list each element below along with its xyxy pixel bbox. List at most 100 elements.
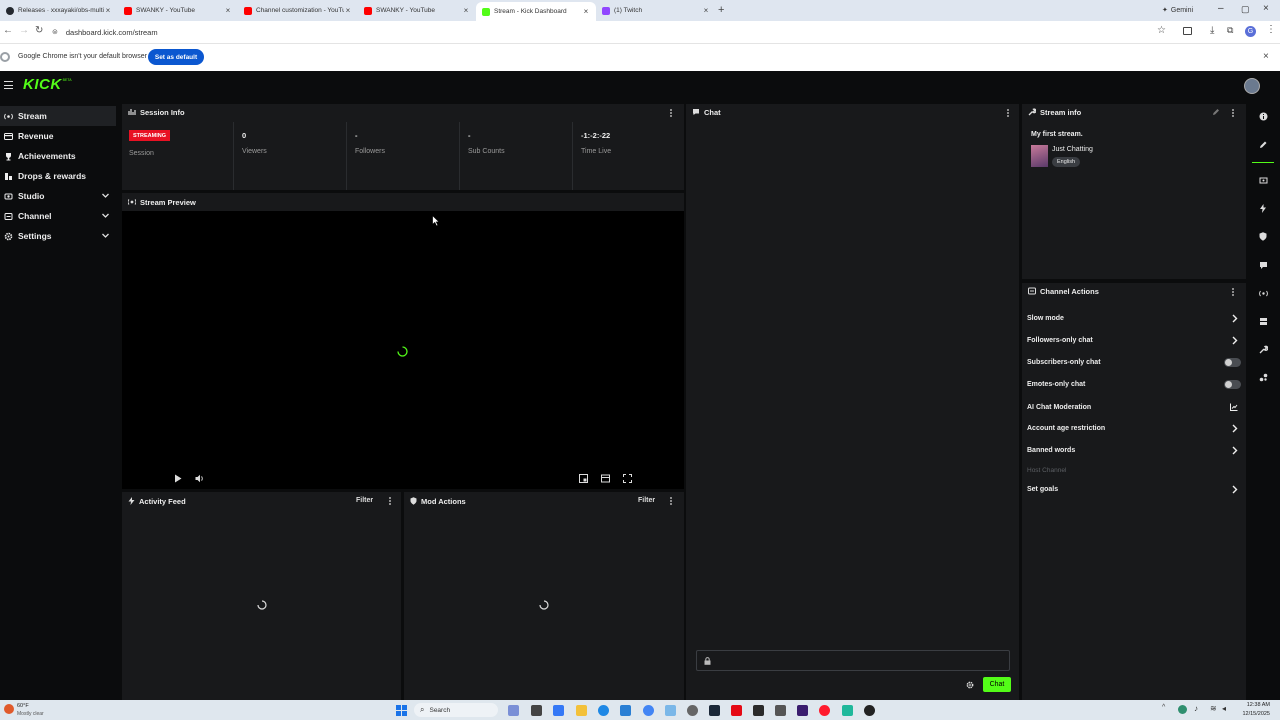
more-options-icon[interactable] [387, 496, 393, 506]
more-options-icon[interactable] [668, 496, 674, 506]
chat-settings-gear-icon[interactable] [966, 681, 974, 689]
widgets-app-icon[interactable] [531, 705, 542, 716]
followers-only-chat-row[interactable]: Followers-only chat [1027, 332, 1241, 348]
microphone-icon[interactable]: ♪ [1194, 704, 1198, 713]
ai-chat-moderation-row[interactable]: AI Chat Moderation [1027, 399, 1241, 415]
obs-app-icon[interactable] [864, 705, 875, 716]
chrome-menu-icon[interactable]: ⋮ [1266, 24, 1276, 35]
fullscreen-icon[interactable] [623, 474, 632, 483]
task-view-icon[interactable] [508, 705, 519, 716]
edit-pencil-icon[interactable] [1212, 108, 1220, 116]
browser-tab[interactable]: Releases · xxxayaki/obs-multi-rtmp × [0, 0, 118, 21]
lightning-icon[interactable] [1256, 201, 1270, 215]
subscribers-only-toggle[interactable] [1224, 358, 1241, 367]
info-icon[interactable] [1256, 109, 1270, 123]
opera-app-icon[interactable] [819, 705, 830, 716]
mod-actions-filter-button[interactable]: Filter [638, 497, 655, 504]
maximize-button[interactable]: ▢ [1241, 4, 1250, 15]
set-goals-row[interactable]: Set goals [1027, 481, 1241, 497]
taskbar-date[interactable]: 12/15/2025 [1238, 711, 1270, 717]
close-tab-icon[interactable]: × [104, 6, 112, 15]
broadcast-icon[interactable] [1256, 286, 1270, 300]
more-options-icon[interactable] [1005, 108, 1011, 118]
site-info-icon[interactable]: ⊜ [52, 28, 58, 36]
close-tab-icon[interactable]: × [224, 6, 232, 15]
emotes-only-toggle[interactable] [1224, 380, 1241, 389]
steam-app-icon[interactable] [709, 705, 720, 716]
chat-send-button[interactable]: Chat [983, 677, 1011, 692]
hamburger-menu-icon[interactable] [4, 81, 13, 89]
chrome-app-icon[interactable] [643, 705, 654, 716]
browser-tab[interactable]: (1) Twitch × [596, 0, 716, 21]
netflix-app-icon[interactable] [731, 705, 742, 716]
download-icon[interactable]: ⤓ [1210, 25, 1214, 36]
play-icon[interactable] [174, 474, 182, 483]
edge-browser-icon[interactable] [598, 705, 609, 716]
app-icon[interactable] [775, 705, 786, 716]
browser-tab[interactable]: Channel customization - YouTube × [238, 0, 358, 21]
sidebar-item-settings[interactable]: Settings [0, 226, 116, 246]
window-close-button[interactable]: × [1263, 3, 1269, 14]
close-tab-icon[interactable]: × [582, 7, 590, 16]
sidebar-item-channel[interactable]: Channel [0, 206, 116, 226]
side-panel-icon[interactable] [1183, 27, 1192, 35]
edit-icon[interactable] [1256, 137, 1270, 151]
banned-words-row[interactable]: Banned words [1027, 442, 1241, 458]
taskbar-search[interactable]: ⌕ Search [414, 703, 498, 717]
tray-chevron-icon[interactable]: ^ [1162, 704, 1165, 711]
audio-app-icon[interactable] [842, 705, 853, 716]
taskbar-time[interactable]: 12:38 AM [1238, 702, 1270, 708]
store-app-icon[interactable] [620, 705, 631, 716]
picture-in-picture-icon[interactable] [579, 474, 588, 483]
profile-avatar[interactable]: G [1245, 26, 1256, 37]
wrench-icon[interactable] [1256, 342, 1270, 356]
more-options-icon[interactable] [668, 108, 674, 118]
chat-input[interactable] [696, 650, 1010, 671]
preview-toggle-icon[interactable] [1256, 173, 1270, 187]
sidebar-item-revenue[interactable]: Revenue [0, 126, 116, 146]
sidebar-item-achievements[interactable]: Achievements [0, 146, 116, 166]
wifi-icon[interactable]: ≋ [1210, 704, 1217, 713]
forward-button[interactable]: → [19, 25, 29, 36]
settings-app-icon[interactable] [687, 705, 698, 716]
widgets-icon[interactable] [1256, 370, 1270, 384]
account-age-restriction-row[interactable]: Account age restriction [1027, 420, 1241, 436]
user-avatar[interactable] [1244, 78, 1260, 94]
chevron-down-icon[interactable] [101, 211, 110, 220]
edge-app-icon[interactable] [553, 705, 564, 716]
set-as-default-button[interactable]: Set as default [148, 49, 204, 65]
sidebar-item-drops-rewards[interactable]: Drops & rewards [0, 166, 116, 186]
theater-mode-icon[interactable] [601, 474, 610, 483]
chat-bubble-icon[interactable] [1256, 258, 1270, 272]
sidebar-item-studio[interactable]: Studio [0, 186, 116, 206]
back-button[interactable]: ← [3, 25, 13, 36]
browser-tab[interactable]: SWANKY - YouTube × [118, 0, 238, 21]
sidebar-item-stream[interactable]: Stream [0, 106, 116, 126]
new-tab-button[interactable]: + [718, 4, 724, 16]
more-options-icon[interactable] [1230, 287, 1236, 297]
bookmark-star-icon[interactable]: ☆ [1157, 25, 1166, 36]
shield-icon[interactable] [1256, 229, 1270, 243]
browser-tab[interactable]: SWANKY - YouTube × [358, 0, 476, 21]
volume-icon[interactable] [195, 474, 205, 483]
next-app-icon[interactable] [797, 705, 808, 716]
close-tab-icon[interactable]: × [462, 6, 470, 15]
browser-tab-active[interactable]: Stream - Kick Dashboard × [476, 2, 596, 21]
close-infobar-icon[interactable]: × [1263, 51, 1269, 62]
category-name[interactable]: Just Chatting [1052, 146, 1093, 153]
speaker-icon[interactable]: ◂ [1222, 704, 1226, 713]
slow-mode-row[interactable]: Slow mode [1027, 310, 1241, 326]
address-bar[interactable]: ⊜ dashboard.kick.com/stream [52, 25, 1152, 39]
minimize-button[interactable]: – [1218, 3, 1224, 14]
activity-filter-button[interactable]: Filter [356, 497, 373, 504]
file-explorer-icon[interactable] [576, 705, 587, 716]
close-tab-icon[interactable]: × [344, 6, 352, 15]
chevron-down-icon[interactable] [101, 231, 110, 240]
windows-start-icon[interactable] [396, 705, 407, 716]
close-tab-icon[interactable]: × [702, 6, 710, 15]
tray-app-icon[interactable] [1178, 705, 1187, 714]
extensions-icon[interactable]: ⧉ [1227, 25, 1233, 36]
kick-logo[interactable]: KICK BETA [23, 76, 72, 93]
reload-button[interactable]: ↻ [35, 25, 43, 36]
more-options-icon[interactable] [1230, 108, 1236, 118]
